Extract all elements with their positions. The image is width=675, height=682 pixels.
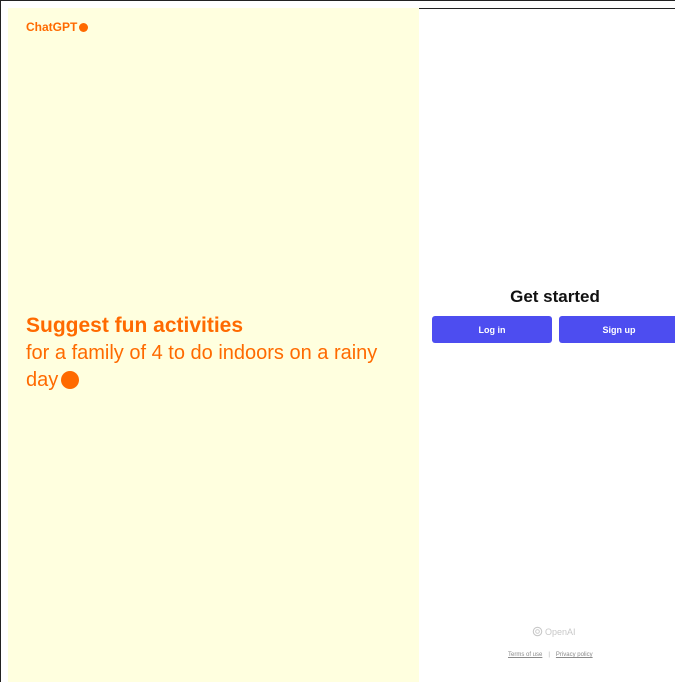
openai-logo-icon <box>532 626 543 637</box>
page-frame: ChatGPT Suggest fun activities for a fam… <box>0 0 675 682</box>
hero-body: for a family of 4 to do indoors on a rai… <box>26 342 378 391</box>
cursor-dot-icon <box>61 371 80 389</box>
hero-body-wrap: for a family of 4 to do indoors on a rai… <box>26 340 406 394</box>
auth-panel: Get started Log in Sign up OpenAI Terms … <box>419 8 675 682</box>
hero-title: Suggest fun activities <box>26 314 244 337</box>
hero-panel: ChatGPT Suggest fun activities for a fam… <box>8 8 419 682</box>
footer-separator: | <box>548 652 550 658</box>
login-button[interactable]: Log in <box>432 316 552 343</box>
signup-button[interactable]: Sign up <box>559 316 675 343</box>
get-started-heading: Get started <box>510 287 600 306</box>
openai-logo: OpenAI <box>532 626 576 637</box>
brand-dot-icon <box>79 22 89 32</box>
hero-prompt: Suggest fun activities for a family of 4… <box>26 312 406 394</box>
brand-logo: ChatGPT <box>26 20 89 34</box>
brand-name: ChatGPT <box>26 20 78 34</box>
terms-link[interactable]: Terms of use <box>508 652 542 658</box>
footer-links: Terms of use | Privacy policy <box>508 652 593 658</box>
privacy-link[interactable]: Privacy policy <box>556 652 593 658</box>
openai-logo-text: OpenAI <box>545 626 576 637</box>
